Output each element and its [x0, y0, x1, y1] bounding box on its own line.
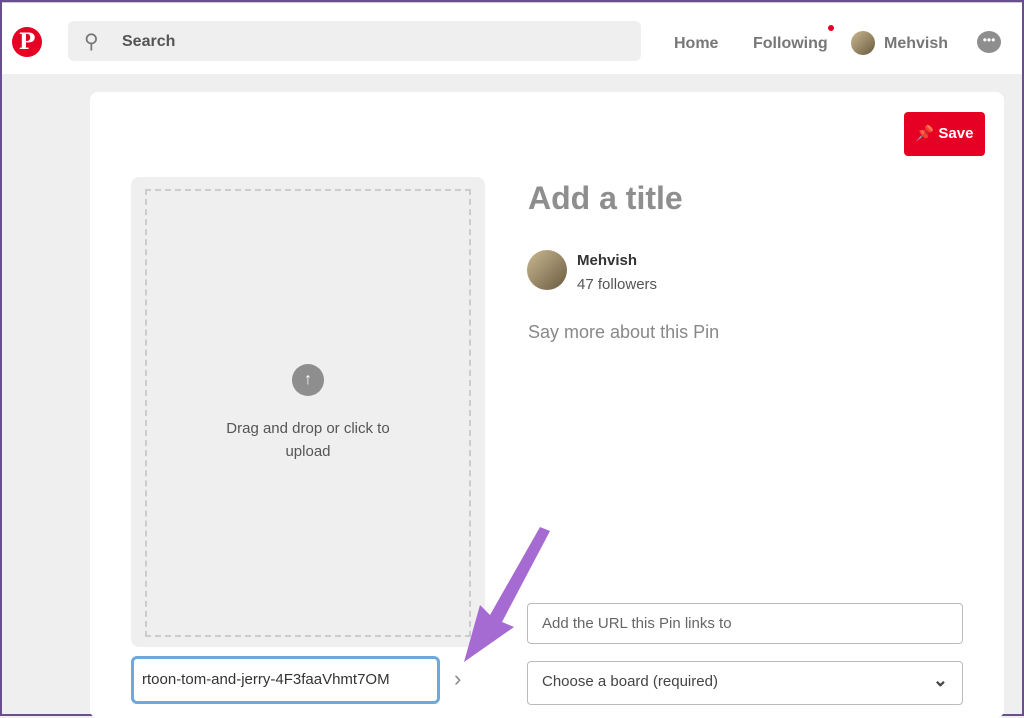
title-input[interactable]: Add a title [528, 180, 683, 217]
upload-text: Drag and drop or click to upload [226, 420, 390, 460]
save-label: Save [938, 125, 974, 142]
search-input[interactable]: Search [122, 33, 175, 51]
upload-area[interactable] [131, 177, 485, 647]
board-select-label: Choose a board (required) [542, 673, 718, 690]
nav-profile[interactable]: Mehvish [884, 35, 948, 53]
avatar[interactable] [851, 31, 875, 55]
nav-following[interactable]: Following [753, 35, 828, 53]
chat-icon[interactable]: ••• [977, 31, 1001, 53]
link-url-input[interactable]: Add the URL this Pin links to [527, 603, 963, 644]
upload-arrow-icon[interactable]: ↑ [292, 364, 324, 396]
dropzone-border [145, 189, 471, 637]
description-input[interactable]: Say more about this Pin [528, 322, 719, 343]
nav-home[interactable]: Home [674, 35, 718, 53]
user-avatar [527, 250, 567, 290]
search-icon: ⚲ [84, 31, 99, 53]
save-button[interactable]: 📌 Save [904, 112, 985, 156]
user-name: Mehvish [577, 252, 638, 269]
followers-count: 47 followers [577, 276, 658, 293]
top-bar: P ⚲ Search Home Following Mehvish ••• [2, 2, 1022, 74]
image-url-input[interactable]: rtoon-tom-and-jerry-4F3faaVhmt7OM [131, 656, 440, 704]
pin-icon: 📌 [915, 125, 935, 142]
board-select[interactable]: Choose a board (required) ⌄ [527, 661, 963, 705]
search-bar[interactable]: ⚲ Search [68, 21, 641, 61]
notification-dot [828, 25, 834, 31]
pinterest-logo[interactable]: P [12, 27, 42, 57]
chevron-down-icon: ⌄ [932, 670, 948, 690]
annotation-arrow [464, 527, 550, 662]
